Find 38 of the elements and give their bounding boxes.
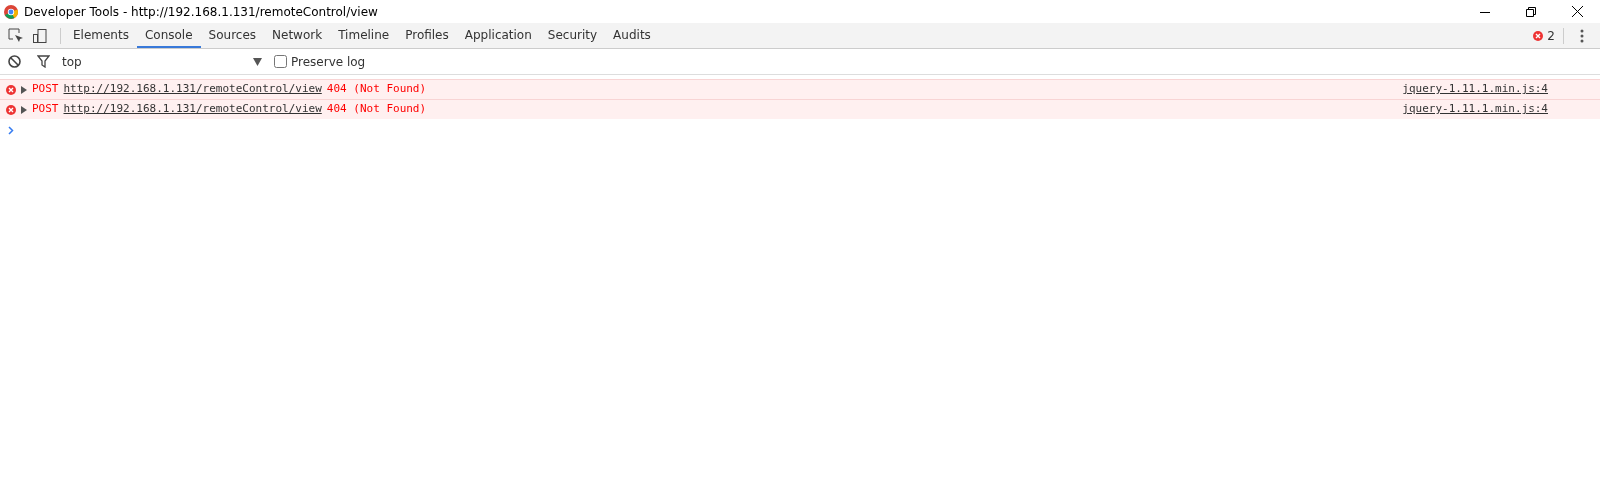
caret-icon: [253, 57, 262, 66]
status-text: 404 (Not Found): [326, 101, 427, 118]
tab[interactable]: Sources: [200, 23, 265, 48]
tab[interactable]: Timeline: [330, 23, 398, 48]
source-link[interactable]: jquery-1.11.1.min.js:4: [1402, 81, 1548, 98]
tab[interactable]: Console: [136, 23, 201, 48]
preserve-log-checkbox[interactable]: [274, 55, 287, 68]
expand-arrow-icon[interactable]: [21, 105, 27, 114]
tab[interactable]: Network: [264, 23, 331, 48]
source-link[interactable]: jquery-1.11.1.min.js:4: [1402, 101, 1548, 118]
url-link[interactable]: http://192.168.1.131/remoteControl/view: [63, 101, 322, 118]
chrome-logo-icon: [4, 4, 18, 19]
tab[interactable]: Application: [456, 23, 540, 48]
window-title: Developer Tools - http://192.168.1.131/remoteControl/view: [24, 3, 378, 21]
preserve-log-label: Preserve log: [291, 53, 366, 71]
tab[interactable]: Security: [539, 23, 606, 48]
tab[interactable]: Profiles: [397, 23, 457, 48]
status-text: 404 (Not Found): [326, 81, 427, 98]
restore-icon[interactable]: [1526, 6, 1536, 17]
clear-icon[interactable]: [8, 55, 21, 68]
url-link[interactable]: http://192.168.1.131/remoteControl/view: [63, 81, 322, 98]
device-icon[interactable]: [32, 27, 48, 44]
method-text: POST: [32, 101, 59, 118]
context-dropdown[interactable]: top: [62, 52, 262, 71]
close-icon[interactable]: [1571, 6, 1583, 17]
error-icon: [6, 84, 16, 95]
prompt-icon[interactable]: [8, 126, 14, 135]
error-icon: [1533, 30, 1544, 41]
error-icon: [6, 104, 16, 115]
expand-arrow-icon[interactable]: [21, 85, 27, 94]
context-value: top: [62, 53, 82, 71]
tab[interactable]: Audits: [605, 23, 659, 48]
filter-icon[interactable]: [37, 55, 50, 68]
error-count[interactable]: 2: [1547, 26, 1555, 45]
method-text: POST: [32, 81, 59, 98]
inspect-icon[interactable]: [8, 27, 24, 44]
more-icon[interactable]: [1580, 28, 1584, 43]
tab[interactable]: Elements: [65, 23, 137, 48]
